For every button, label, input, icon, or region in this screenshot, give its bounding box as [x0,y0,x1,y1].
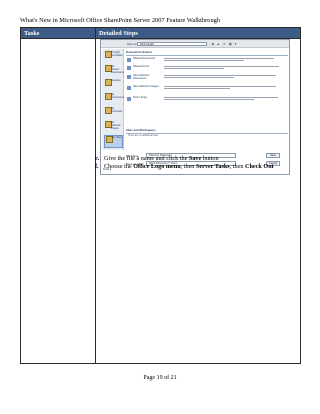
place-desktop[interactable]: Desktop [104,79,123,92]
place-recent-documents[interactable]: My Recent Documents [104,65,124,78]
place-my-sites[interactable]: My Sites [104,135,123,148]
list-item[interactable]: Site Collection Images [126,85,288,95]
document-title: What's New in Microsoft Office SharePoin… [20,17,221,24]
toolbar-icons[interactable]: ◀ ▲ ✕ ▦ ▾ [211,42,237,46]
column-divider [95,28,96,363]
library-icon [127,74,131,79]
place-my-documents[interactable]: My Documents [104,93,124,106]
sites-note: There are no additional sites [128,134,159,137]
step-list: e. Give the file a name and click the Sav… [95,155,285,171]
list-item[interactable]: Shared Documents [126,57,288,63]
list-item[interactable]: Style Library [126,96,288,106]
library-icon [127,85,131,90]
list-item[interactable]: Shared Forms [126,65,288,71]
save-in-dropdown[interactable]: Web Portals [137,41,207,46]
library-icon [127,96,131,101]
place-my-computer[interactable]: My Computer [104,107,123,120]
library-icon [127,65,131,70]
library-icon [127,57,131,62]
detailed-steps-header: Detailed Steps [99,29,138,37]
libraries-header: Document Libraries [126,50,288,56]
dialog-toolbar: Save in: Web Portals ◀ ▲ ✕ ▦ ▾ [101,40,289,48]
places-bar: Trusted Templates My Recent Documents De… [102,49,124,150]
step-f: f. Choose the Office Logo menu, then Serv… [95,163,274,171]
save-in-label: Save in: [127,42,138,46]
place-trusted-templates[interactable]: Trusted Templates [104,51,123,64]
page-number: Page 19 of 21 [143,375,177,381]
file-list: Document Libraries Shared Documents Shar… [126,50,288,150]
list-item[interactable]: Site Collection Documents [126,74,288,84]
table-header: Tasks Detailed Steps [21,28,300,39]
tasks-header: Tasks [24,29,40,37]
place-network-places[interactable]: My Network Places [104,121,123,134]
step-e: e. Give the file a name and click the Sav… [95,155,219,162]
